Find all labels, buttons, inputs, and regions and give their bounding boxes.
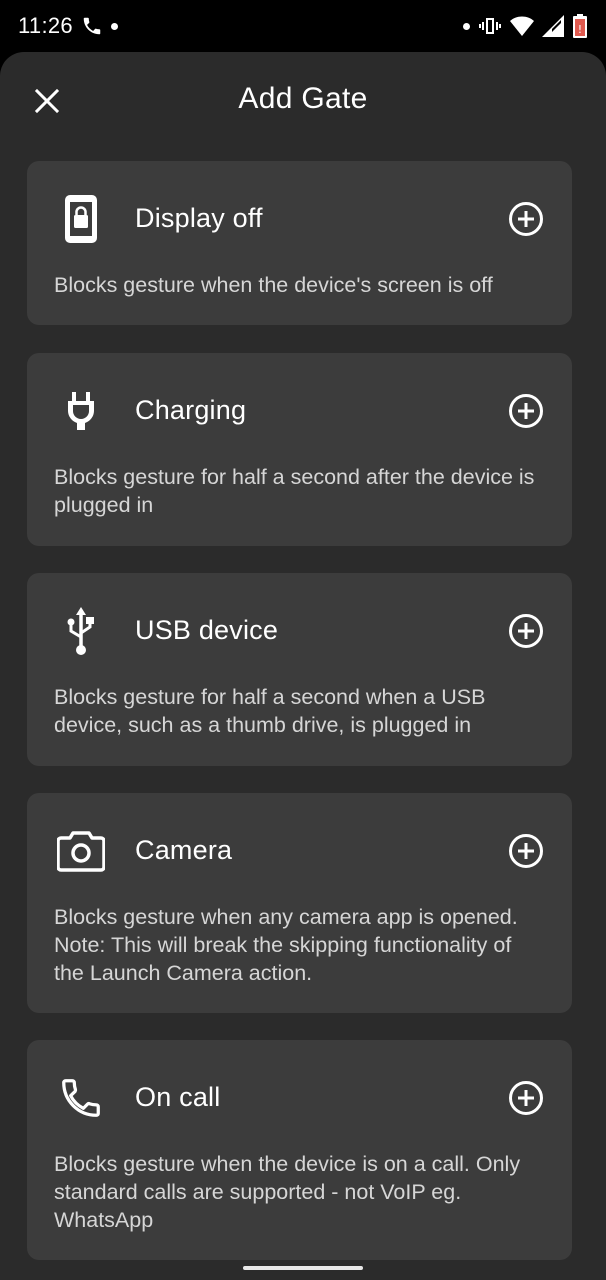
gate-title: Display off bbox=[135, 203, 263, 233]
gate-card-charging[interactable]: Charging Blocks gesture for half a secon… bbox=[27, 353, 572, 546]
add-circle-icon[interactable] bbox=[508, 613, 544, 649]
add-gate-sheet: Add Gate Display off Blocks gesture when… bbox=[0, 52, 606, 1280]
gate-description: Blocks gesture for half a second after t… bbox=[54, 465, 535, 517]
svg-text:!: ! bbox=[578, 23, 582, 36]
status-left: 11:26 bbox=[18, 13, 118, 39]
gate-card-camera[interactable]: Camera Blocks gesture when any camera ap… bbox=[27, 793, 572, 1013]
camera-icon bbox=[55, 823, 107, 879]
gate-description: Blocks gesture when the device's screen … bbox=[54, 273, 493, 297]
phone-status-icon bbox=[83, 17, 101, 35]
gate-description: Blocks gesture when the device is on a c… bbox=[54, 1152, 521, 1232]
gate-description: Blocks gesture when any camera app is op… bbox=[54, 905, 518, 985]
gate-description: Blocks gesture for half a second when a … bbox=[54, 685, 486, 737]
gate-title: USB device bbox=[135, 615, 279, 645]
battery-alert-icon: ! bbox=[573, 14, 587, 38]
status-time: 11:26 bbox=[18, 13, 73, 38]
gate-title: Charging bbox=[135, 395, 247, 425]
notification-dot-icon bbox=[463, 22, 470, 30]
page-title: Add Gate bbox=[238, 82, 368, 115]
usb-icon bbox=[55, 603, 107, 659]
gate-card-on-call[interactable]: On call Blocks gesture when the device i… bbox=[27, 1040, 572, 1260]
gate-card-usb-device[interactable]: USB device Blocks gesture for half a sec… bbox=[27, 573, 572, 766]
status-right: ! bbox=[463, 14, 588, 38]
gate-title: On call bbox=[135, 1082, 221, 1112]
signal-icon bbox=[542, 15, 564, 37]
phone-lock-icon bbox=[55, 191, 107, 247]
gate-card-display-off[interactable]: Display off Blocks gesture when the devi… bbox=[27, 161, 572, 325]
wifi-icon bbox=[510, 16, 534, 36]
gate-title: Camera bbox=[135, 835, 233, 865]
sheet-header: Add Gate bbox=[0, 52, 606, 152]
status-bar: 11:26 ! bbox=[0, 0, 606, 52]
add-circle-icon[interactable] bbox=[508, 393, 544, 429]
vibrate-icon bbox=[479, 18, 501, 34]
phone-call-icon bbox=[55, 1070, 107, 1126]
add-circle-icon[interactable] bbox=[508, 1080, 544, 1116]
notification-dot-icon bbox=[110, 22, 118, 30]
home-indicator[interactable] bbox=[243, 1266, 363, 1270]
add-circle-icon[interactable] bbox=[508, 201, 544, 237]
power-plug-icon bbox=[55, 383, 107, 439]
add-circle-icon[interactable] bbox=[508, 833, 544, 869]
